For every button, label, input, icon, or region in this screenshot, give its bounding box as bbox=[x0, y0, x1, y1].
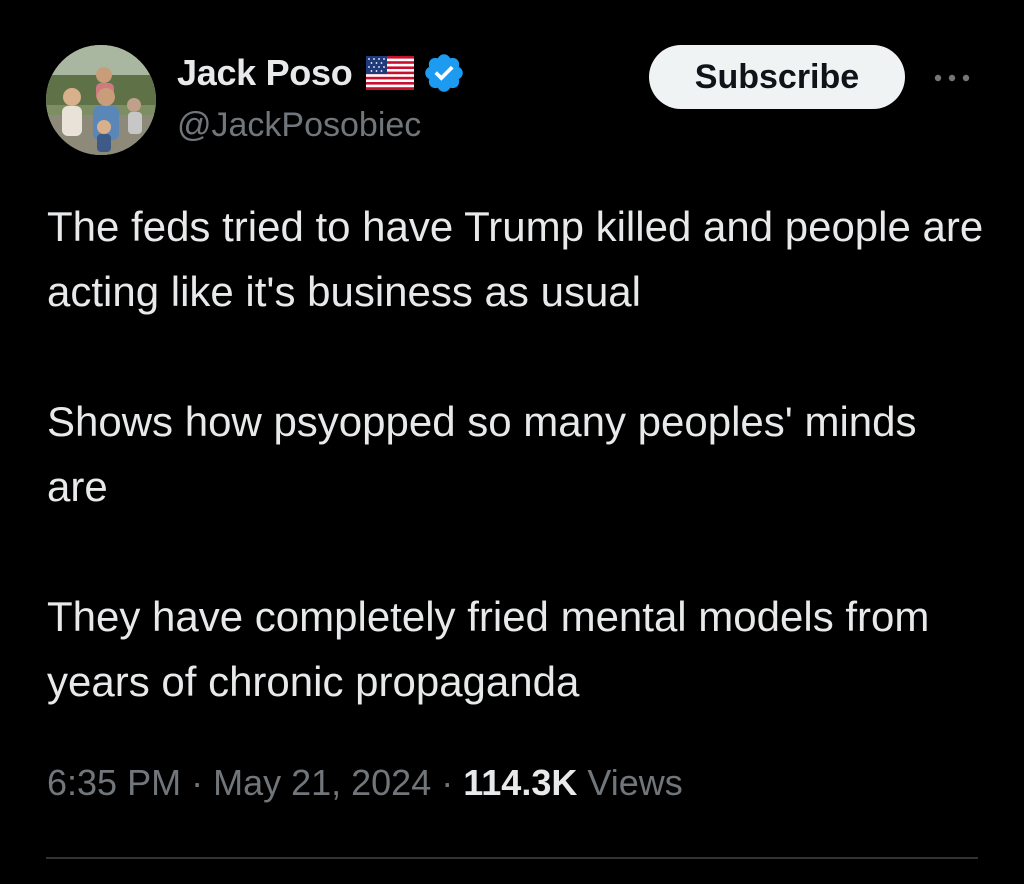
tweet-time[interactable]: 6:35 PM bbox=[47, 762, 181, 803]
tweet-date[interactable]: May 21, 2024 bbox=[213, 762, 431, 803]
views-label: Views bbox=[587, 762, 683, 803]
tweet-meta: 6:35 PM · May 21, 2024 · 114.3K Views bbox=[47, 762, 683, 804]
tweet-paragraph: Shows how psyopped so many peoples' mind… bbox=[47, 398, 917, 510]
verified-badge-icon[interactable] bbox=[422, 51, 466, 95]
subscribe-button[interactable]: Subscribe bbox=[649, 45, 905, 109]
view-count: 114.3K bbox=[463, 762, 578, 803]
author-display-name[interactable]: Jack Poso bbox=[177, 52, 353, 94]
more-options-icon[interactable] bbox=[930, 66, 974, 90]
tweet-paragraph: They have completely fried mental models… bbox=[47, 593, 930, 705]
tweet-paragraph: The feds tried to have Trump killed and … bbox=[47, 203, 984, 315]
family-photo-avatar bbox=[46, 45, 156, 155]
us-flag-icon bbox=[366, 56, 415, 90]
meta-separator: · bbox=[441, 762, 454, 803]
author-handle[interactable]: @JackPosobiec bbox=[177, 106, 421, 145]
tweet-text: The feds tried to have Trump killed and … bbox=[47, 194, 987, 714]
tweet-card: Jack Poso @JackPosobiec Subscribe The fe… bbox=[0, 0, 1024, 884]
author-name-row: Jack Poso bbox=[177, 50, 466, 96]
avatar[interactable] bbox=[46, 45, 156, 155]
meta-separator: · bbox=[191, 762, 204, 803]
divider bbox=[46, 857, 978, 859]
